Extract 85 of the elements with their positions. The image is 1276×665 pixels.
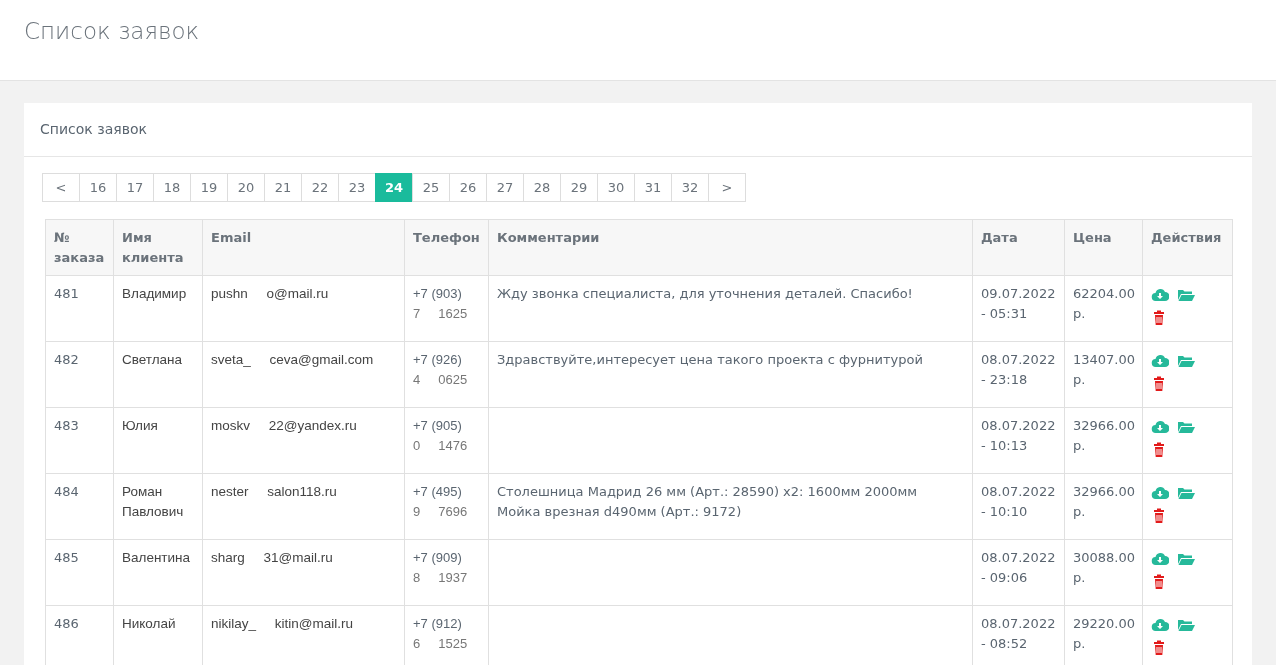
page-button[interactable]: 25 (412, 173, 450, 202)
page-title: Список заявок (24, 18, 201, 46)
column-header: Цена (1073, 230, 1112, 245)
price-text: 32966.00 р. (1073, 417, 1136, 455)
column-header: № заказа (54, 230, 105, 265)
column-header: Имя клиента (122, 230, 184, 265)
price-text: 62204.00 р. (1073, 285, 1136, 323)
order-number: 483 (54, 418, 79, 433)
client-name: Роман Павлович (122, 483, 185, 522)
page-button[interactable]: 16 (79, 173, 117, 202)
date-text: 09.07.2022 - 05:31 (981, 285, 1056, 323)
date-text: 08.07.2022 - 08:52 (981, 615, 1056, 653)
cloud-download-icon[interactable] (1151, 616, 1169, 633)
column-header: Комментарии (497, 230, 600, 245)
order-number: 485 (54, 550, 79, 565)
column-header: Email (211, 230, 252, 245)
order-number: 484 (54, 484, 79, 499)
cloud-download-icon[interactable] (1151, 484, 1169, 501)
page-button[interactable]: 17 (116, 173, 154, 202)
email-text: pushn o@mail.ru (211, 286, 329, 301)
email-text: nester salon118.ru (211, 484, 337, 499)
cloud-download-icon[interactable] (1151, 352, 1169, 369)
comment-text: Столешница Мадрид 26 мм (Арт.: 28590) x2: 1600мм 2000мм Мойка врезная d490мм (Арт.: 9172) (497, 484, 918, 519)
email-text: moskv 22@yandex.ru (211, 418, 357, 433)
client-name: Николай (122, 615, 176, 633)
page-button[interactable]: 28 (523, 173, 561, 202)
comment-text: Здравствуйте,интересует цена такого проекта с фурнитурой (497, 352, 923, 367)
client-name: Юлия (122, 417, 158, 435)
phone-text: 6 1525 (413, 634, 469, 653)
phone-text: 7 1625 (413, 304, 469, 323)
date-text: 08.07.2022 - 23:18 (981, 351, 1056, 389)
trash-icon[interactable] (1151, 573, 1167, 590)
page-button[interactable]: 22 (301, 173, 339, 202)
page-button[interactable]: 32 (671, 173, 709, 202)
column-header: Дата (981, 230, 1018, 245)
email-text: nikilay_ kitin@mail.ru (211, 616, 353, 631)
page-button[interactable]: 20 (227, 173, 265, 202)
phone-text: +7 (926) (413, 351, 463, 369)
page-button[interactable]: 19 (190, 173, 228, 202)
phone-text: +7 (905) (413, 417, 463, 435)
comment-text: Жду звонка специалиста, для уточнения деталей. Спасибо! (497, 286, 913, 301)
client-name: Светлана (122, 351, 183, 369)
trash-icon[interactable] (1151, 309, 1167, 326)
page-button[interactable]: 18 (153, 173, 191, 202)
panel-title: Список заявок (40, 121, 147, 137)
page-button[interactable]: 27 (486, 173, 524, 202)
date-text: 08.07.2022 - 10:10 (981, 483, 1056, 521)
phone-text: +7 (903) (413, 285, 463, 303)
cloud-download-icon[interactable] (1151, 418, 1169, 435)
page-button[interactable]: > (708, 173, 746, 202)
phone-text: +7 (909) (413, 549, 463, 567)
phone-text: +7 (495) (413, 483, 463, 501)
date-text: 08.07.2022 - 09:06 (981, 549, 1056, 587)
price-text: 29220.00 р. (1073, 615, 1136, 653)
page-button[interactable]: < (42, 173, 80, 202)
phone-text: 0 1476 (413, 436, 469, 455)
page-button[interactable]: 26 (449, 173, 487, 202)
column-header: Действия (1151, 230, 1222, 245)
order-number: 486 (54, 616, 79, 631)
price-text: 13407.00 р. (1073, 351, 1136, 389)
trash-icon[interactable] (1151, 639, 1167, 656)
page-button[interactable]: 23 (338, 173, 376, 202)
page-button[interactable]: 21 (264, 173, 302, 202)
phone-text: 8 1937 (413, 568, 469, 587)
trash-icon[interactable] (1151, 507, 1167, 524)
client-name: Валентина (122, 549, 191, 567)
order-number: 481 (54, 286, 79, 301)
cloud-download-icon[interactable] (1151, 286, 1169, 303)
phone-text: 9 7696 (413, 502, 469, 521)
page-button[interactable]: 30 (597, 173, 635, 202)
column-header: Телефон (413, 230, 480, 245)
page-button[interactable]: 31 (634, 173, 672, 202)
trash-icon[interactable] (1151, 441, 1167, 458)
order-number: 482 (54, 352, 79, 367)
price-text: 32966.00 р. (1073, 483, 1136, 521)
price-text: 30088.00 р. (1073, 549, 1136, 587)
email-text: sveta_ ceva@gmail.com (211, 352, 374, 367)
phone-text: 4 0625 (413, 370, 469, 389)
phone-text: +7 (912) (413, 615, 463, 633)
page-button[interactable]: 29 (560, 173, 598, 202)
cloud-download-icon[interactable] (1151, 550, 1169, 567)
client-name: Владимир (122, 285, 187, 303)
email-text: sharg 31@mail.ru (211, 550, 333, 565)
date-text: 08.07.2022 - 10:13 (981, 417, 1056, 455)
trash-icon[interactable] (1151, 375, 1167, 392)
